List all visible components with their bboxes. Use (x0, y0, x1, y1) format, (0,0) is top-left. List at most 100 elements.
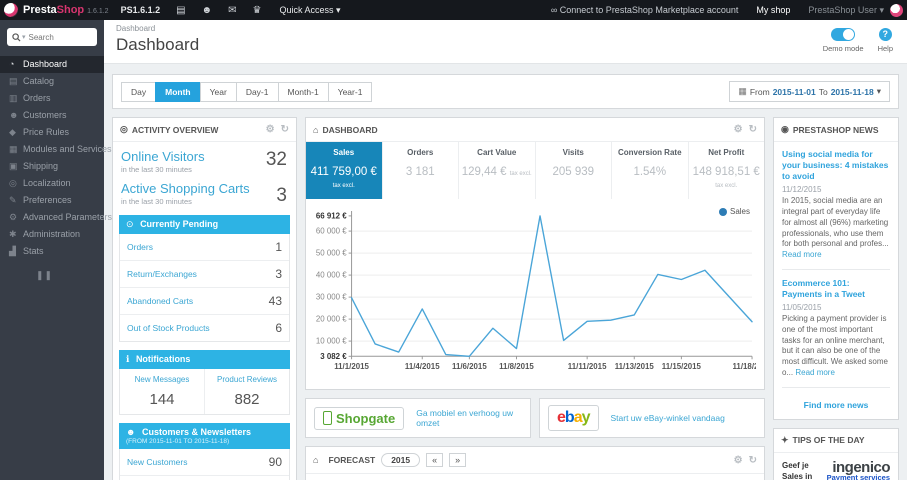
date-range-picker[interactable]: ▦ From 2015-11-01 To 2015-11-18 ▾ (729, 81, 890, 102)
globe-icon: ◎ (9, 178, 17, 188)
wrench-icon: ✎ (9, 195, 17, 205)
svg-text:20 000 €: 20 000 € (316, 315, 347, 324)
chevron-down-icon: ▾ (335, 4, 341, 15)
online-visitors-block: Online Visitors in the last 30 minutes 3… (121, 149, 288, 206)
range-day-1-button[interactable]: Day-1 (235, 81, 279, 102)
sidebar-item-administration[interactable]: ✱ Administration (0, 226, 104, 243)
ebay-link[interactable]: Start uw eBay-winkel vandaag (611, 413, 725, 423)
customers-newsletters-header: ☻ Customers & Newsletters (FROM 2015-11-… (119, 423, 290, 449)
svg-text:11/13/2015: 11/13/2015 (615, 362, 655, 371)
user-avatar[interactable] (890, 3, 903, 17)
sidebar-item-advanced-parameters[interactable]: ⚙ Advanced Parameters (0, 209, 112, 226)
forecast-year: 2015 (381, 453, 421, 467)
sidebar-collapse-icon[interactable]: ❚❚ (36, 270, 104, 281)
online-visitors-link[interactable]: Online Visitors (121, 149, 288, 164)
shopgate-link[interactable]: Ga mobiel en verhoog uw omzet (416, 408, 522, 428)
bar-chart-icon: ▟ (9, 246, 16, 256)
group-icon: ☻ (9, 110, 19, 120)
gear-icon[interactable]: ⚙ (266, 124, 275, 135)
gear-icon[interactable]: ⚙ (734, 124, 743, 135)
shopgate-banner[interactable]: Shopgate Ga mobiel en verhoog uw omzet (305, 398, 531, 438)
breadcrumb[interactable]: Dashboard (116, 24, 895, 33)
legend-dot-icon (718, 207, 727, 216)
customers-icon[interactable]: ☻ (202, 5, 213, 16)
refresh-icon[interactable]: ↻ (749, 124, 757, 135)
sidebar-item-stats[interactable]: ▟ Stats (0, 243, 104, 260)
cogs-icon: ⚙ (9, 212, 18, 222)
top-bar: PrestaShop 1.6.1.2 PS1.6.1.2 ▤ ☻ ✉ ♛ Qui… (0, 0, 907, 20)
forecast-prev-button[interactable]: « (426, 453, 444, 467)
news-article-title[interactable]: Ecommerce 101: Payments in a Tweet (782, 278, 890, 300)
svg-text:30 000 €: 30 000 € (316, 293, 347, 302)
read-more-link[interactable]: Read more (795, 368, 835, 377)
kpi-cart-value[interactable]: Cart Value 129,44 € tax excl. (459, 142, 536, 199)
user-menu[interactable]: PrestaShop User ▾ (808, 5, 884, 16)
sidebar-item-customers[interactable]: ☻ Customers (0, 107, 104, 124)
sidebar-item-orders[interactable]: ▥ Orders (0, 90, 104, 107)
sidebar-item-catalog[interactable]: ▤ Catalog (0, 73, 104, 90)
refresh-icon[interactable]: ↻ (749, 455, 757, 466)
range-day-button[interactable]: Day (121, 81, 157, 102)
out-of-stock-link[interactable]: Out of Stock Products (127, 323, 210, 333)
messages-icon[interactable]: ✉ (228, 5, 236, 16)
customers-rows: New Customers90 New Subscriptions18 Tota… (119, 449, 290, 480)
my-shop-link[interactable]: My shop (756, 5, 790, 15)
link-icon: ∞ (550, 5, 558, 15)
range-month-1-button[interactable]: Month-1 (277, 81, 329, 102)
table-row: Abandoned Carts 43 (120, 288, 289, 315)
marketplace-connect-link[interactable]: ∞ Connect to PrestaShop Marketplace acco… (551, 5, 739, 15)
sidebar-search[interactable]: ▾ (7, 28, 97, 46)
sidebar-item-localization[interactable]: ◎ Localization (0, 175, 104, 192)
sidebar-item-modules[interactable]: ▦ Modules and Services (0, 141, 112, 158)
news-article-title[interactable]: Using social media for your business: 4 … (782, 149, 890, 182)
quick-access-menu[interactable]: Quick Access ▾ (279, 5, 340, 16)
product-reviews-link[interactable]: Product Reviews (209, 375, 285, 384)
search-input[interactable] (28, 32, 89, 42)
search-scope-caret-icon[interactable]: ▾ (22, 33, 26, 41)
bell-icon: ℹ (126, 354, 130, 364)
tags-icon: ◆ (9, 127, 16, 137)
help-icon[interactable]: ? (878, 28, 892, 41)
orders-link[interactable]: Orders (127, 242, 153, 252)
svg-text:50 000 €: 50 000 € (316, 249, 347, 258)
range-year-1-button[interactable]: Year-1 (327, 81, 373, 102)
kpi-net-profit[interactable]: Net Profit 148 918,51 € tax excl. (689, 142, 765, 199)
kpi-conversion-rate[interactable]: Conversion Rate 1.54% (612, 142, 689, 199)
range-year-button[interactable]: Year (199, 81, 237, 102)
range-month-button[interactable]: Month (155, 81, 201, 102)
sidebar-item-dashboard[interactable]: ◔ Dashboard (0, 56, 104, 73)
sidebar-item-price-rules[interactable]: ◆ Price Rules (0, 124, 104, 141)
active-carts-link[interactable]: Active Shopping Carts (121, 181, 288, 196)
returns-link[interactable]: Return/Exchanges (127, 269, 197, 279)
credit-card-icon: ▥ (9, 93, 18, 103)
ebay-banner[interactable]: ebay Start uw eBay-winkel vandaag (539, 398, 765, 438)
sidebar-item-preferences[interactable]: ✎ Preferences (0, 192, 104, 209)
read-more-link[interactable]: Read more (782, 250, 822, 259)
svg-text:11/1/2015: 11/1/2015 (334, 362, 369, 371)
svg-text:11/11/2015: 11/11/2015 (568, 362, 607, 371)
ebay-logo: ebay (548, 405, 599, 431)
cart-icon[interactable]: ▤ (176, 5, 185, 16)
trophy-icon[interactable]: ♛ (252, 5, 261, 16)
sidebar: ▾ ◔Dashboard ▤Catalog ▥Orders ☻Customers… (0, 20, 112, 480)
sidebar-item-shipping[interactable]: ▣ Shipping (0, 158, 104, 175)
find-more-news-link[interactable]: Find more news (782, 396, 890, 412)
truck-icon: ▣ (9, 161, 18, 171)
rss-icon: ◉ (781, 124, 789, 134)
svg-text:40 000 €: 40 000 € (316, 271, 347, 280)
kpi-orders[interactable]: Orders 3 181 (383, 142, 459, 199)
shop-version-tab[interactable]: PS1.6.1.2 (121, 5, 161, 15)
table-row: New Subscriptions18 (120, 476, 289, 480)
abandoned-carts-link[interactable]: Abandoned Carts (127, 296, 193, 306)
gear-icon[interactable]: ⚙ (734, 455, 743, 466)
new-messages-link[interactable]: New Messages (124, 375, 200, 384)
demo-mode-toggle[interactable] (831, 28, 856, 41)
refresh-icon[interactable]: ↻ (281, 124, 289, 135)
kpi-sales[interactable]: Sales 411 759,00 € tax excl. (306, 142, 383, 199)
kpi-visits[interactable]: Visits 205 939 (536, 142, 612, 199)
forecast-next-button[interactable]: » (449, 453, 467, 467)
currently-pending-header: ⊙ Currently Pending (119, 215, 290, 234)
new-customers-link[interactable]: New Customers (127, 457, 187, 467)
chart-legend: Sales (718, 207, 750, 216)
table-row: Orders 1 (120, 234, 289, 261)
